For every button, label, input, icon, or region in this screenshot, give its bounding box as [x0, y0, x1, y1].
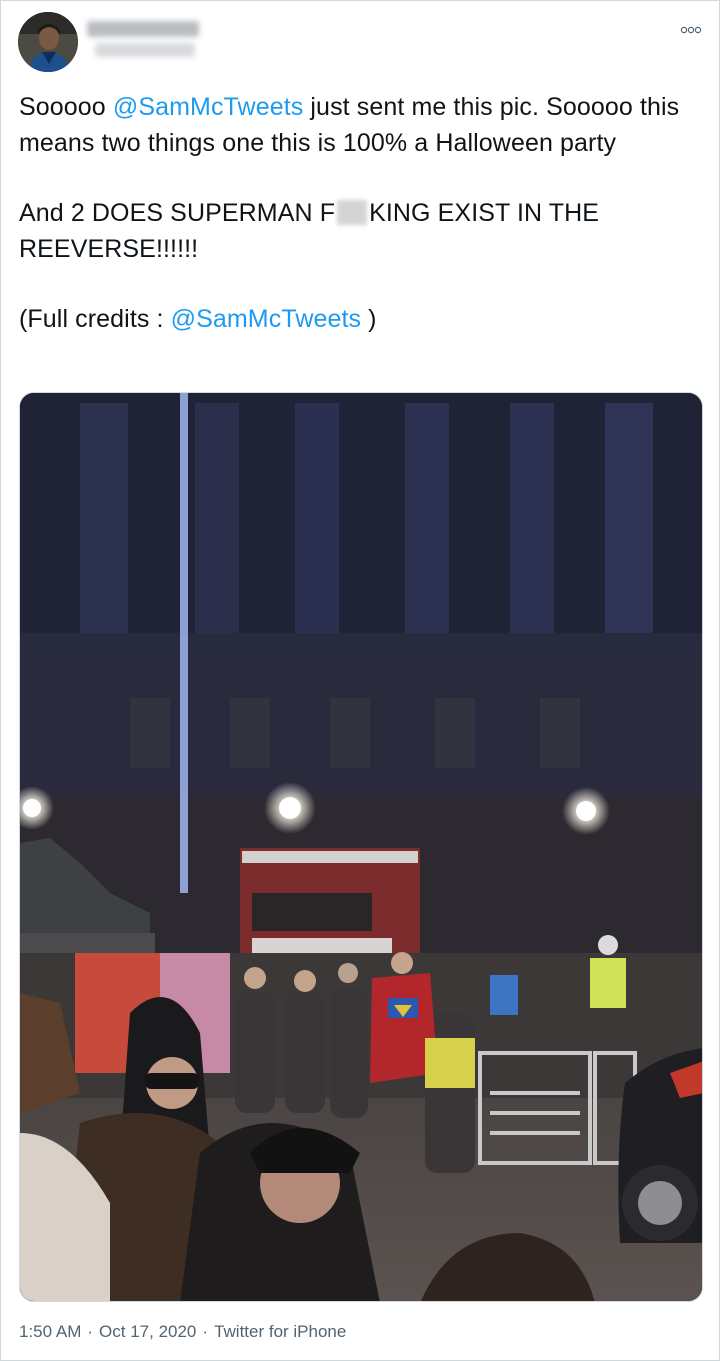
- tweet-paragraph-1: Sooooo @SamMcTweets just sent me this pi…: [19, 89, 704, 161]
- profile-avatar[interactable]: [18, 12, 78, 72]
- tweet-paragraph-3: (Full credits : @SamMcTweets ): [19, 301, 704, 337]
- text-span: Sooooo: [19, 93, 113, 121]
- mention-link[interactable]: @SamMcTweets: [113, 93, 304, 121]
- blurred-author-name: [87, 19, 205, 63]
- tweet-source[interactable]: Twitter for iPhone: [214, 1322, 346, 1342]
- text-span: ): [361, 305, 377, 333]
- credit-mention-link[interactable]: @SamMcTweets: [171, 305, 362, 333]
- tweet-date[interactable]: Oct 17, 2020: [99, 1322, 196, 1342]
- tweet-card: Sooooo @SamMcTweets just sent me this pi…: [0, 0, 720, 1361]
- tweet-photo[interactable]: [19, 392, 703, 1302]
- avatar-image: [18, 12, 78, 72]
- more-options-icon: [680, 26, 702, 34]
- tweet-text: Sooooo @SamMcTweets just sent me this pi…: [19, 89, 704, 337]
- tweet-metadata: 1:50 AM · Oct 17, 2020 · Twitter for iPhone: [19, 1322, 346, 1344]
- tweet-time[interactable]: 1:50 AM: [19, 1322, 81, 1342]
- more-options-button[interactable]: [677, 19, 705, 41]
- separator-dot: ·: [202, 1322, 209, 1341]
- text-span: And 2 DOES SUPERMAN F: [19, 199, 336, 227]
- night-film-set-photo: [20, 393, 702, 1301]
- censor-blur: [337, 200, 368, 225]
- separator-dot: ·: [87, 1322, 94, 1341]
- tweet-paragraph-2: And 2 DOES SUPERMAN F KING EXIST IN THE R…: [19, 195, 704, 267]
- text-span: (Full credits :: [19, 305, 171, 333]
